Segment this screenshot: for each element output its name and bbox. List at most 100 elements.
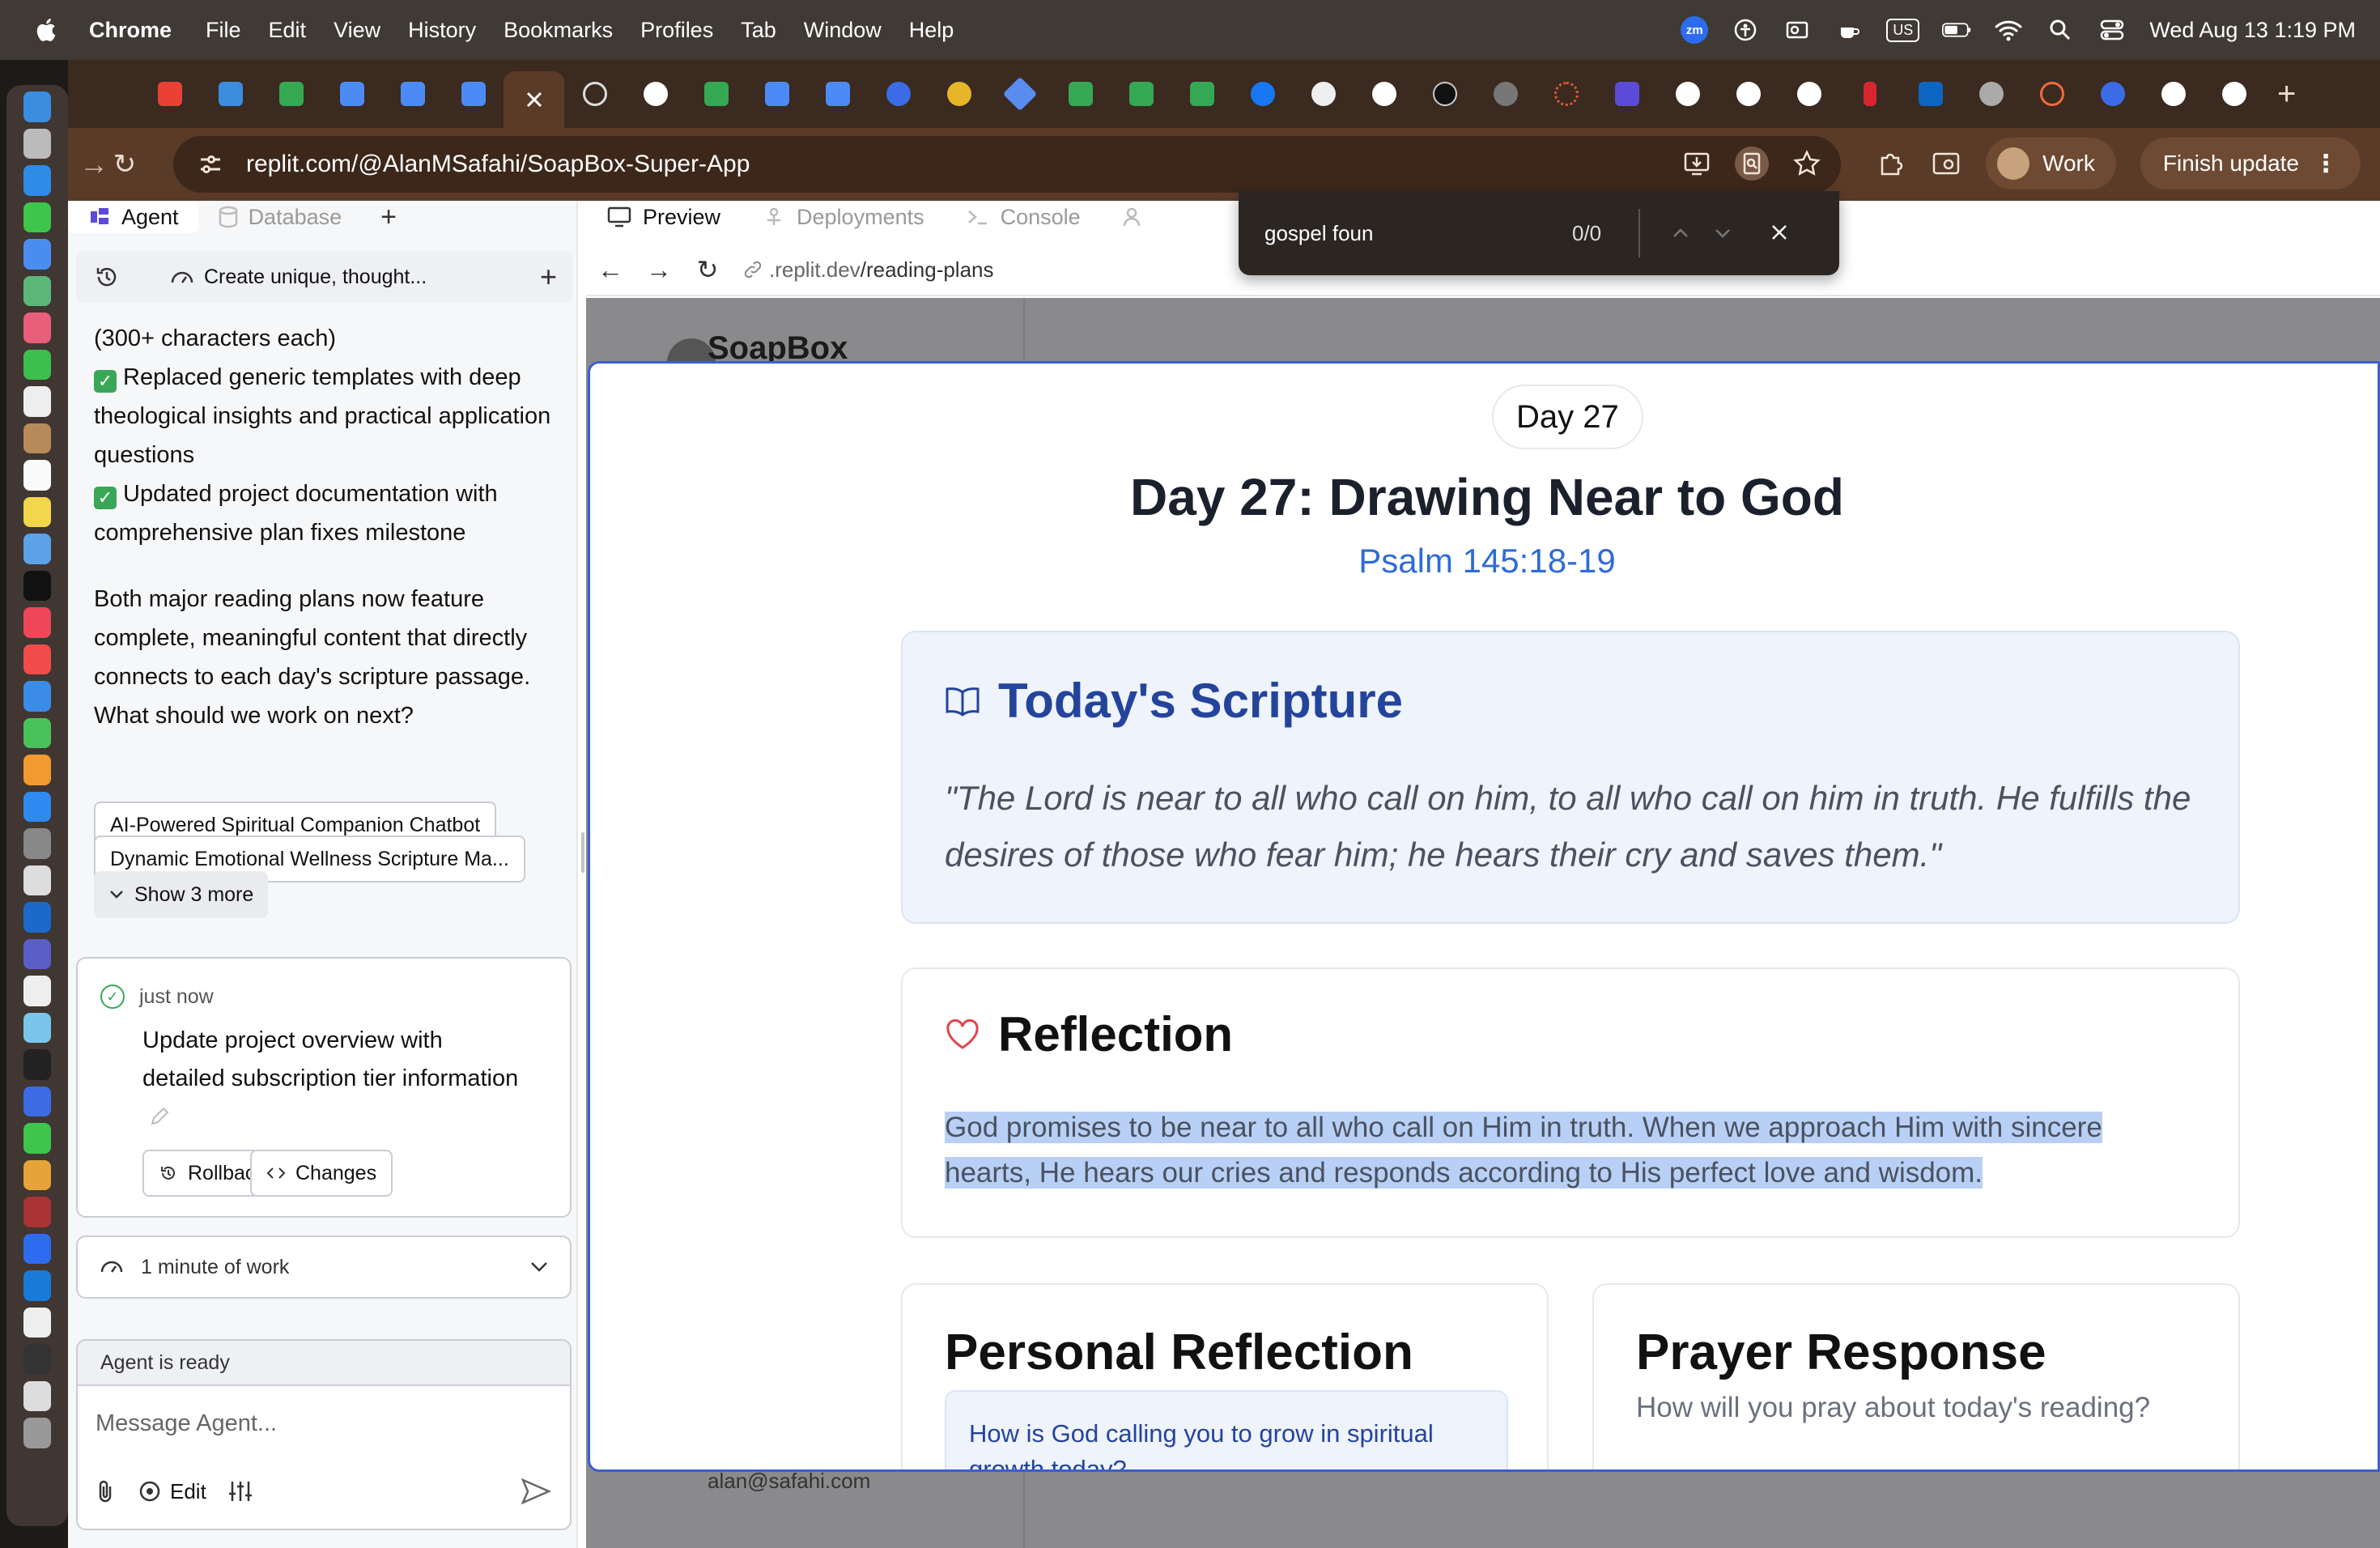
preview-back-icon[interactable]: ← bbox=[586, 255, 635, 285]
tab-google-5[interactable] bbox=[2143, 70, 2204, 118]
tab-sheets-2[interactable] bbox=[686, 70, 746, 118]
tab-gmail[interactable] bbox=[139, 70, 200, 118]
send-icon[interactable] bbox=[520, 1475, 552, 1508]
battery-icon[interactable] bbox=[1942, 15, 1971, 45]
finder-icon[interactable] bbox=[23, 91, 51, 122]
reminders-icon[interactable] bbox=[23, 460, 51, 491]
apple-logo-icon[interactable] bbox=[32, 15, 62, 45]
panel-resize-handle[interactable] bbox=[581, 832, 584, 873]
find-previous-icon[interactable] bbox=[1660, 223, 1702, 244]
preview-forward-icon[interactable]: → bbox=[635, 255, 683, 285]
thread-title[interactable]: Create unique, thought... bbox=[170, 266, 427, 289]
menubar-clock[interactable]: Wed Aug 13 1:19 PM bbox=[2149, 18, 2356, 43]
url-text[interactable]: replit.com/@AlanMSafahi/SoapBox-Super-Ap… bbox=[246, 151, 750, 178]
tab-github[interactable] bbox=[1293, 70, 1354, 118]
numbers-icon[interactable] bbox=[23, 717, 51, 748]
tab-red-flag[interactable] bbox=[1839, 70, 1900, 118]
edit-mode-button[interactable]: Edit bbox=[138, 1479, 206, 1504]
side-panel-icon[interactable] bbox=[1931, 148, 1961, 179]
finder-2-icon[interactable] bbox=[23, 1012, 51, 1043]
find-in-page-icon[interactable] bbox=[1734, 146, 1770, 181]
control-center-icon[interactable] bbox=[2097, 15, 2127, 45]
work-summary[interactable]: 1 minute of work bbox=[76, 1235, 572, 1299]
tab-gemini[interactable] bbox=[989, 70, 1050, 118]
close-tab-icon[interactable] bbox=[524, 89, 545, 110]
tv-icon[interactable] bbox=[23, 570, 51, 601]
signal-icon[interactable] bbox=[23, 1086, 51, 1116]
tab-sheets-5[interactable] bbox=[1171, 70, 1232, 118]
tab-linkedin[interactable] bbox=[1900, 70, 1961, 118]
menu-file[interactable]: File bbox=[206, 18, 241, 43]
tab-sheets-1[interactable] bbox=[261, 70, 321, 118]
tab-dotted-circle[interactable] bbox=[1536, 70, 1596, 118]
trash-icon[interactable] bbox=[23, 1418, 51, 1448]
address-bar[interactable]: replit.com/@AlanMSafahi/SoapBox-Super-Ap… bbox=[173, 136, 1841, 193]
zoom-status-icon[interactable]: zm bbox=[1681, 16, 1709, 44]
tab-sheets-4[interactable] bbox=[1111, 70, 1171, 118]
tab-dropbox[interactable] bbox=[200, 70, 261, 118]
facetime-icon[interactable] bbox=[23, 349, 51, 380]
tab-openai[interactable] bbox=[564, 70, 625, 118]
history-icon[interactable] bbox=[94, 264, 120, 290]
tab-google-2[interactable] bbox=[1657, 70, 1718, 118]
tab-grey-circle[interactable] bbox=[1475, 70, 1536, 118]
iphone-mirroring-icon[interactable] bbox=[23, 865, 51, 895]
notes-icon[interactable] bbox=[23, 496, 51, 527]
chrome-icon[interactable] bbox=[23, 1159, 51, 1190]
tab-purple-app[interactable] bbox=[1596, 70, 1657, 118]
tab-preview[interactable]: Preview bbox=[586, 201, 742, 233]
freeform-icon[interactable] bbox=[23, 534, 51, 564]
maps-icon[interactable] bbox=[23, 275, 51, 306]
mail-icon[interactable] bbox=[23, 239, 51, 270]
install-app-icon[interactable] bbox=[1682, 149, 1711, 178]
zoom-icon[interactable] bbox=[23, 1233, 51, 1264]
new-tab-button[interactable]: + bbox=[2277, 76, 2296, 113]
find-next-icon[interactable] bbox=[1702, 223, 1744, 244]
tab-google-4[interactable] bbox=[1779, 70, 1839, 118]
tab-docs-2[interactable] bbox=[382, 70, 443, 118]
tab-docs-5[interactable] bbox=[807, 70, 868, 118]
1password-icon[interactable] bbox=[23, 1270, 51, 1301]
add-panel-tab-button[interactable]: + bbox=[361, 201, 416, 233]
finish-update-button[interactable]: Finish update ⋮ bbox=[2140, 138, 2361, 189]
menu-profiles[interactable]: Profiles bbox=[640, 18, 713, 43]
find-query-input[interactable]: gospel foun bbox=[1264, 221, 1572, 246]
tab-agent[interactable]: Agent bbox=[68, 201, 198, 233]
dictionary-icon[interactable] bbox=[23, 1197, 51, 1227]
extensions-icon[interactable] bbox=[1876, 148, 1906, 179]
music-icon[interactable] bbox=[23, 607, 51, 638]
wifi-icon[interactable] bbox=[1994, 15, 2023, 45]
tab-hubspot[interactable] bbox=[2021, 70, 2082, 118]
find-close-icon[interactable] bbox=[1755, 221, 1804, 245]
launchpad-icon[interactable] bbox=[23, 128, 51, 159]
tab-google-1[interactable] bbox=[1354, 70, 1414, 118]
calendar-icon[interactable] bbox=[23, 386, 51, 417]
terminal-icon[interactable] bbox=[23, 1049, 51, 1080]
tab-replit-active[interactable] bbox=[504, 71, 564, 128]
changes-button[interactable]: Changes bbox=[250, 1150, 393, 1197]
preview-icon[interactable] bbox=[23, 976, 51, 1006]
attach-paperclip-icon[interactable] bbox=[94, 1478, 117, 1504]
tab-console[interactable]: Console bbox=[946, 201, 1102, 233]
menu-history[interactable]: History bbox=[408, 18, 476, 43]
downloads-icon[interactable] bbox=[23, 1307, 51, 1337]
show-more-button[interactable]: Show 3 more bbox=[94, 871, 269, 918]
tab-docs-4[interactable] bbox=[746, 70, 807, 118]
tab-blue-circle[interactable] bbox=[2082, 70, 2143, 118]
preview-reload-icon[interactable]: ↻ bbox=[683, 254, 732, 285]
app-store-icon[interactable] bbox=[23, 791, 51, 822]
tab-x-twitter[interactable] bbox=[1414, 70, 1475, 118]
spotlight-search-icon[interactable] bbox=[2046, 15, 2075, 45]
menu-bookmarks[interactable]: Bookmarks bbox=[504, 18, 613, 43]
keynote-icon[interactable] bbox=[23, 681, 51, 712]
tab-google-6[interactable] bbox=[2204, 70, 2264, 118]
tab-deployments[interactable]: Deployments bbox=[742, 201, 946, 233]
tab-facebook[interactable] bbox=[1232, 70, 1293, 118]
site-settings-icon[interactable] bbox=[196, 150, 225, 179]
tab-coin[interactable] bbox=[929, 70, 989, 118]
new-thread-button[interactable]: + bbox=[540, 260, 557, 294]
menu-tab[interactable]: Tab bbox=[741, 18, 776, 43]
menu-view[interactable]: View bbox=[334, 18, 380, 43]
contacts-icon[interactable] bbox=[23, 423, 51, 453]
safari-icon[interactable] bbox=[23, 165, 51, 196]
